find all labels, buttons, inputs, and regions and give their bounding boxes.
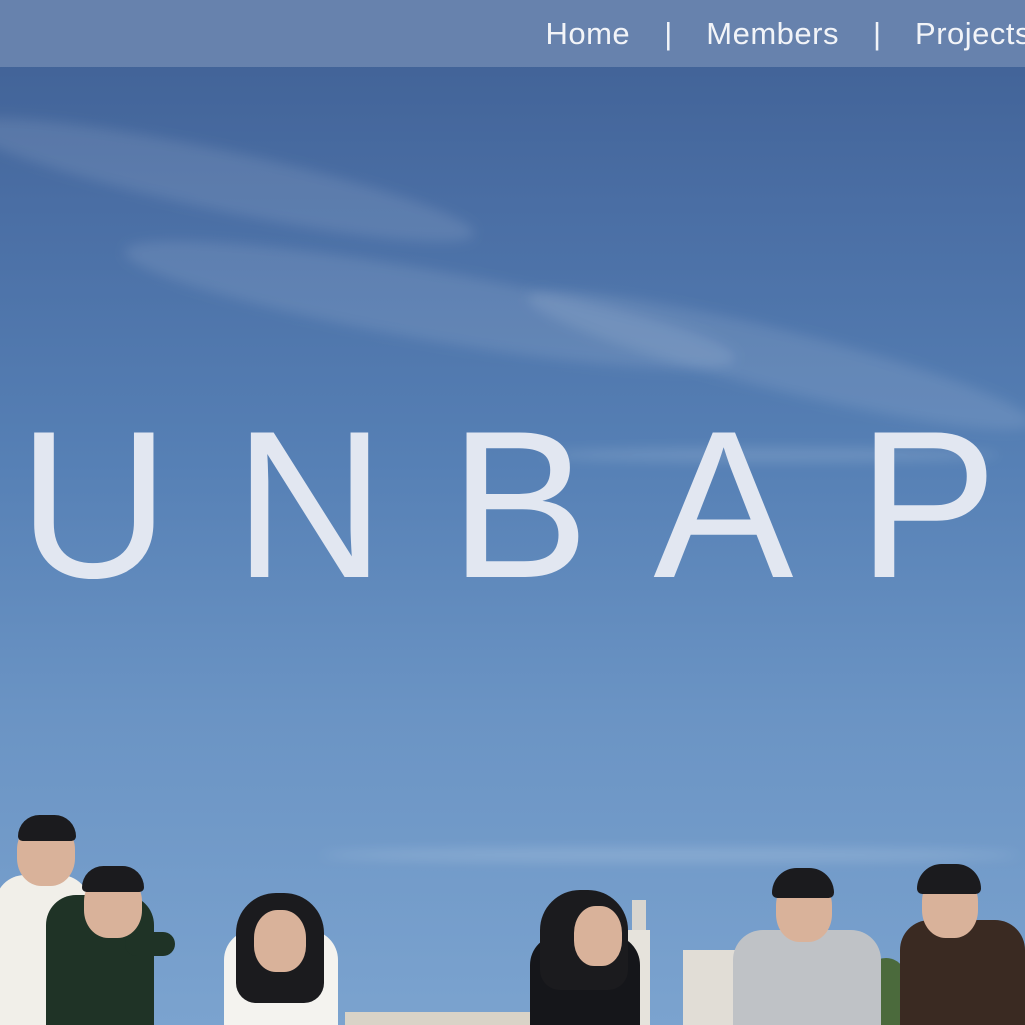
person-3-head (254, 910, 306, 972)
nav-menu: Home | Members | Projects (545, 16, 1025, 52)
nav-link-members[interactable]: Members (706, 16, 839, 52)
person-4-head (574, 906, 622, 966)
hero-title: UNBAP (18, 387, 1025, 622)
person-6-hair (917, 864, 981, 894)
person-2-hair (82, 866, 144, 892)
nav-separator: | (872, 15, 882, 51)
cloud-streak (0, 96, 481, 264)
person-1-hair (18, 815, 76, 841)
top-navigation-bar: Home | Members | Projects (0, 0, 1025, 67)
person-2-arm (125, 932, 175, 956)
nav-link-home[interactable]: Home (545, 16, 630, 52)
person-5-body (733, 930, 881, 1025)
group-photo (0, 800, 1025, 1025)
nav-separator: | (664, 15, 673, 51)
page: Home | Members | Projects UNBAP (0, 0, 1025, 1025)
nav-link-projects[interactable]: Projects (915, 16, 1025, 52)
person-5-hair (772, 868, 834, 898)
